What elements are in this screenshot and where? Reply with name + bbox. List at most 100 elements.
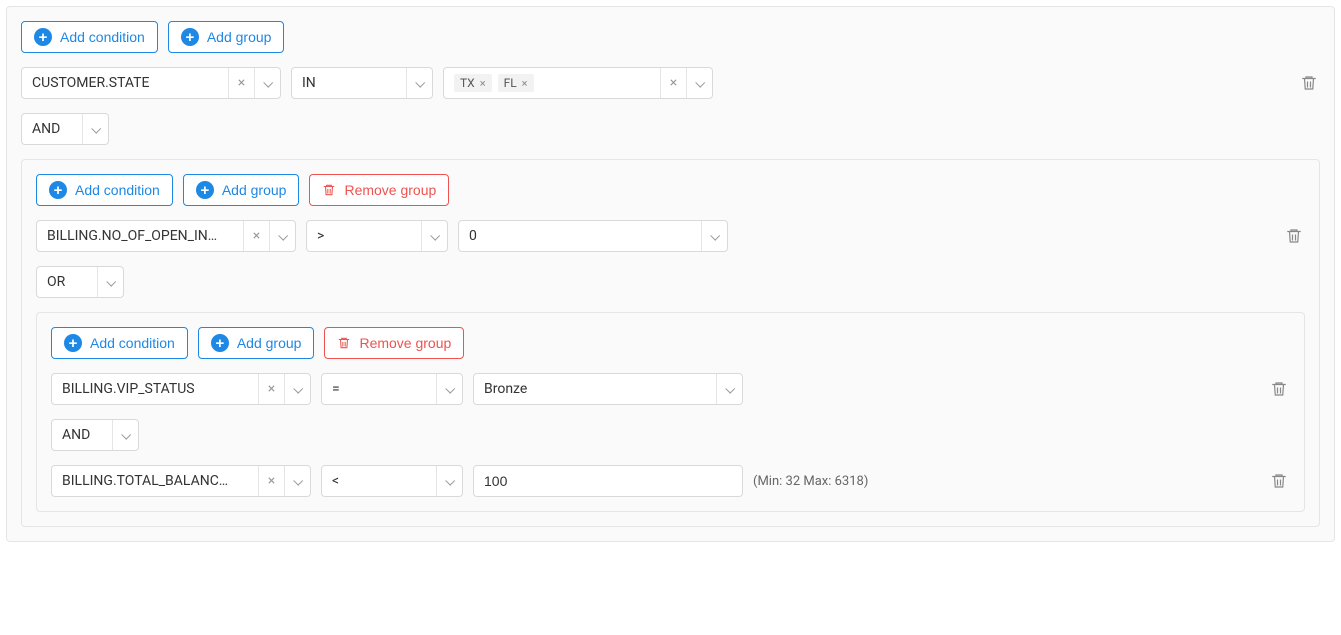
operator-select[interactable]: < <box>321 465 463 497</box>
clear-icon[interactable]: × <box>243 221 269 251</box>
trash-icon <box>1270 472 1288 490</box>
logic-row: AND <box>21 113 1320 145</box>
root-group: + Add condition + Add group CUSTOMER.STA… <box>6 6 1335 542</box>
trash-icon <box>322 183 336 197</box>
field-select[interactable]: BILLING.NO_OF_OPEN_IN… × <box>36 220 296 252</box>
add-group-label: Add group <box>207 29 272 45</box>
trash-icon <box>1285 227 1303 245</box>
tag-label: FL <box>504 76 517 90</box>
chevron-down-icon[interactable] <box>436 466 462 496</box>
add-group-button[interactable]: + Add group <box>198 327 315 359</box>
condition-row: CUSTOMER.STATE × IN TX × FL × <box>21 67 1320 99</box>
tag: FL × <box>498 74 534 92</box>
group-toolbar: + Add condition + Add group Remove group <box>36 174 1305 206</box>
value-input[interactable] <box>473 465 743 497</box>
trash-icon <box>1300 74 1318 92</box>
chevron-down-icon[interactable] <box>436 374 462 404</box>
operator-value: = <box>322 374 436 404</box>
chevron-down-icon[interactable] <box>112 420 138 450</box>
chevron-down-icon[interactable] <box>254 68 280 98</box>
add-group-label: Add group <box>237 335 302 351</box>
remove-group-label: Remove group <box>359 335 451 351</box>
plus-icon: + <box>181 28 199 46</box>
operator-select[interactable]: = <box>321 373 463 405</box>
operator-select[interactable]: IN <box>291 67 433 99</box>
field-value: BILLING.TOTAL_BALANC… <box>52 466 258 496</box>
value-tags: TX × FL × <box>444 68 660 98</box>
logic-value: OR <box>37 267 97 297</box>
group-toolbar: + Add condition + Add group Remove group <box>51 327 1290 359</box>
trash-icon <box>337 336 351 350</box>
chevron-down-icon[interactable] <box>421 221 447 251</box>
operator-select[interactable]: > <box>306 220 448 252</box>
add-group-button[interactable]: + Add group <box>183 174 300 206</box>
chevron-down-icon[interactable] <box>686 68 712 98</box>
clear-icon[interactable]: × <box>660 68 686 98</box>
tag-label: TX <box>460 76 475 90</box>
add-condition-button[interactable]: + Add condition <box>21 21 158 53</box>
remove-group-label: Remove group <box>344 182 436 198</box>
add-condition-button[interactable]: + Add condition <box>51 327 188 359</box>
value-multiselect[interactable]: TX × FL × × <box>443 67 713 99</box>
chevron-down-icon[interactable] <box>269 221 295 251</box>
field-select[interactable]: CUSTOMER.STATE × <box>21 67 281 99</box>
value-value: Bronze <box>474 374 716 404</box>
clear-icon[interactable]: × <box>258 374 284 404</box>
logic-row: OR <box>36 266 1305 298</box>
add-condition-label: Add condition <box>75 182 160 198</box>
remove-group-button[interactable]: Remove group <box>324 327 464 359</box>
value-select[interactable]: Bronze <box>473 373 743 405</box>
add-condition-button[interactable]: + Add condition <box>36 174 173 206</box>
operator-value: > <box>307 221 421 251</box>
chevron-down-icon[interactable] <box>701 221 727 251</box>
remove-group-button[interactable]: Remove group <box>309 174 449 206</box>
root-toolbar: + Add condition + Add group <box>21 21 1320 53</box>
plus-icon: + <box>64 334 82 352</box>
operator-value: IN <box>292 68 406 98</box>
value-select[interactable]: 0 <box>458 220 728 252</box>
plus-icon: + <box>34 28 52 46</box>
value-value: 0 <box>459 221 701 251</box>
tag: TX × <box>454 74 492 92</box>
delete-condition-button[interactable] <box>1283 225 1305 247</box>
clear-icon[interactable]: × <box>228 68 254 98</box>
delete-condition-button[interactable] <box>1268 378 1290 400</box>
plus-icon: + <box>211 334 229 352</box>
add-group-label: Add group <box>222 182 287 198</box>
logic-row: AND <box>51 419 1290 451</box>
delete-condition-button[interactable] <box>1298 72 1320 94</box>
chevron-down-icon[interactable] <box>406 68 432 98</box>
condition-row: BILLING.NO_OF_OPEN_IN… × > 0 <box>36 220 1305 252</box>
logic-select[interactable]: AND <box>21 113 109 145</box>
chevron-down-icon[interactable] <box>82 114 108 144</box>
chevron-down-icon[interactable] <box>716 374 742 404</box>
plus-icon: + <box>49 181 67 199</box>
condition-row: BILLING.TOTAL_BALANC… × < (Min: 32 Max: … <box>51 465 1290 497</box>
range-hint: (Min: 32 Max: 6318) <box>753 474 868 489</box>
nested-group: + Add condition + Add group Remove group… <box>21 159 1320 527</box>
add-group-button[interactable]: + Add group <box>168 21 285 53</box>
close-icon[interactable]: × <box>480 77 486 90</box>
condition-row: BILLING.VIP_STATUS × = Bronze <box>51 373 1290 405</box>
plus-icon: + <box>196 181 214 199</box>
value-field[interactable] <box>474 466 742 496</box>
nested-group: + Add condition + Add group Remove group <box>36 312 1305 512</box>
delete-condition-button[interactable] <box>1268 470 1290 492</box>
field-select[interactable]: BILLING.TOTAL_BALANC… × <box>51 465 311 497</box>
field-value: CUSTOMER.STATE <box>22 68 228 98</box>
logic-value: AND <box>52 420 112 450</box>
logic-select[interactable]: OR <box>36 266 124 298</box>
operator-value: < <box>322 466 436 496</box>
add-condition-label: Add condition <box>60 29 145 45</box>
logic-select[interactable]: AND <box>51 419 139 451</box>
field-select[interactable]: BILLING.VIP_STATUS × <box>51 373 311 405</box>
chevron-down-icon[interactable] <box>284 466 310 496</box>
clear-icon[interactable]: × <box>258 466 284 496</box>
chevron-down-icon[interactable] <box>284 374 310 404</box>
add-condition-label: Add condition <box>90 335 175 351</box>
chevron-down-icon[interactable] <box>97 267 123 297</box>
field-value: BILLING.NO_OF_OPEN_IN… <box>37 221 243 251</box>
field-value: BILLING.VIP_STATUS <box>52 374 258 404</box>
close-icon[interactable]: × <box>522 77 528 90</box>
logic-value: AND <box>22 114 82 144</box>
